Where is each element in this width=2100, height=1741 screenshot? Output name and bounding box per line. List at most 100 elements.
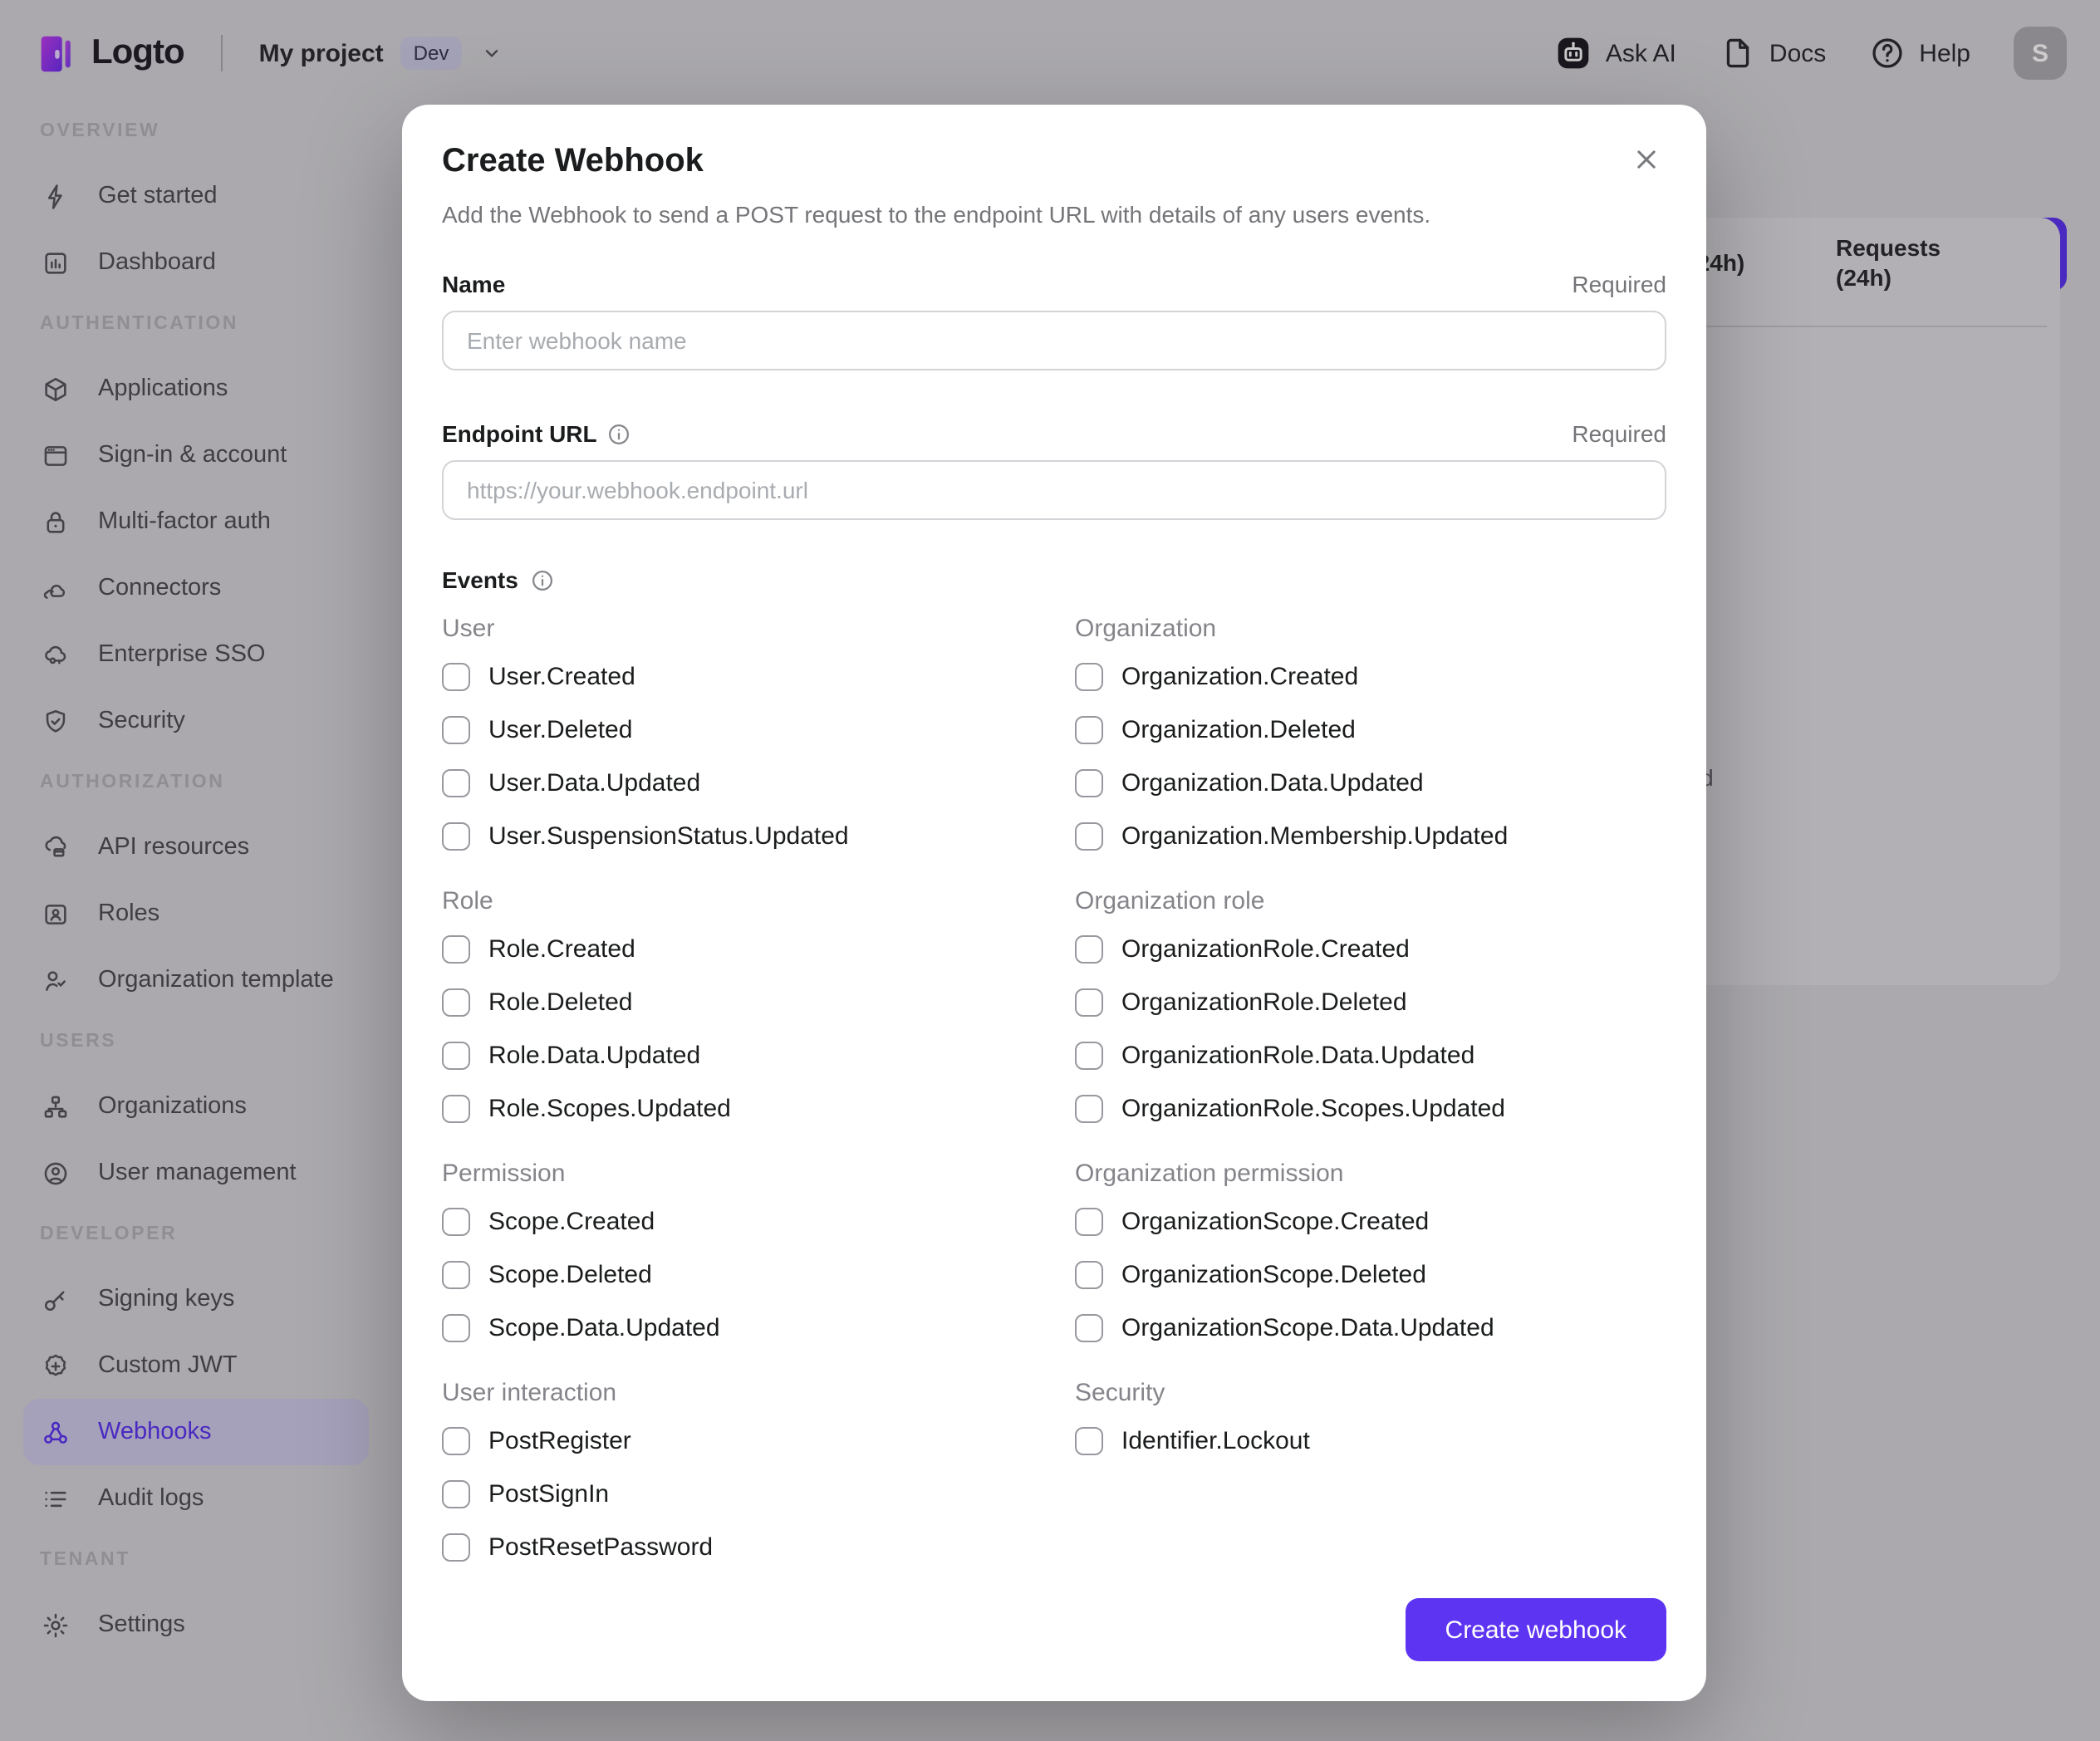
checkbox-organizationrole-created[interactable] [1075, 934, 1103, 963]
checkbox-organizationscope-created[interactable] [1075, 1207, 1103, 1235]
checkbox-scope-created[interactable] [442, 1207, 470, 1235]
event-group-header: Security [1075, 1379, 1165, 1407]
modal-title: Create Webhook [442, 143, 704, 179]
checkbox-role-deleted[interactable] [442, 988, 470, 1016]
checkbox-role-data-updated[interactable] [442, 1041, 470, 1069]
checkbox-organizationrole-data-updated[interactable] [1075, 1041, 1103, 1069]
modal-header: Create Webhook [442, 138, 1666, 184]
checkbox-identifier-lockout[interactable] [1075, 1426, 1103, 1454]
events-label: Events [442, 566, 518, 593]
info-icon[interactable] [607, 421, 632, 446]
webhook-name-input[interactable] [442, 311, 1666, 370]
event-checkbox-row-organization-data-updated: Organization.Data.Updated [1075, 756, 1666, 809]
event-checkbox-label: Identifier.Lockout [1121, 1426, 1310, 1454]
checkbox-role-scopes-updated[interactable] [442, 1094, 470, 1122]
checkbox-user-suspensionstatus-updated[interactable] [442, 821, 470, 850]
event-checkbox-row-postregister: PostRegister [442, 1414, 1053, 1467]
info-icon[interactable] [530, 567, 555, 592]
create-webhook-submit-button[interactable]: Create webhook [1405, 1598, 1666, 1661]
event-checkbox-row-organizationrole-created: OrganizationRole.Created [1075, 922, 1666, 975]
event-checkbox-row-user-deleted: User.Deleted [442, 703, 1053, 756]
event-checkbox-label: OrganizationRole.Deleted [1121, 988, 1407, 1016]
event-checkbox-label: User.Created [488, 662, 635, 690]
event-checkbox-row-postresetpassword: PostResetPassword [442, 1520, 1053, 1573]
event-group-user: User User.Created User.Deleted User.Data.Up… [442, 613, 1053, 862]
event-checkbox-row-organizationscope-deleted: OrganizationScope.Deleted [1075, 1248, 1666, 1301]
name-field-row: Name Required [442, 267, 1666, 301]
events-column-2: Organization Organization.Created Organiza… [1075, 613, 1666, 1596]
event-checkbox-row-identifier-lockout: Identifier.Lockout [1075, 1414, 1666, 1467]
event-checkbox-row-organizationscope-created: OrganizationScope.Created [1075, 1194, 1666, 1248]
checkbox-organization-deleted[interactable] [1075, 715, 1103, 743]
event-checkbox-label: OrganizationRole.Created [1121, 934, 1410, 963]
event-checkbox-label: PostSignIn [488, 1479, 610, 1508]
event-checkbox-row-organization-membership-updated: Organization.Membership.Updated [1075, 809, 1666, 862]
checkbox-role-created[interactable] [442, 934, 470, 963]
event-checkbox-label: Role.Deleted [488, 988, 633, 1016]
event-checkbox-label: Role.Created [488, 934, 635, 963]
name-required-label: Required [1572, 271, 1666, 297]
event-group-header: Role [442, 887, 493, 915]
event-checkbox-row-role-data-updated: Role.Data.Updated [442, 1028, 1053, 1081]
event-checkbox-row-organizationrole-scopes-updated: OrganizationRole.Scopes.Updated [1075, 1081, 1666, 1135]
event-group-organization: Organization Organization.Created Organiza… [1075, 613, 1666, 862]
event-group-header: Permission [442, 1160, 566, 1188]
event-group-header: Organization permission [1075, 1160, 1344, 1188]
event-checkbox-row-user-suspensionstatus-updated: User.SuspensionStatus.Updated [442, 809, 1053, 862]
modal-description: Add the Webhook to send a POST request t… [442, 201, 1431, 228]
event-checkbox-label: OrganizationScope.Data.Updated [1121, 1313, 1494, 1341]
checkbox-postsignin[interactable] [442, 1479, 470, 1508]
event-checkbox-row-role-created: Role.Created [442, 922, 1053, 975]
url-required-label: Required [1572, 420, 1666, 447]
name-field-label: Name [442, 271, 506, 297]
event-checkbox-label: Organization.Data.Updated [1121, 768, 1424, 797]
event-checkbox-row-postsignin: PostSignIn [442, 1467, 1053, 1520]
checkbox-user-deleted[interactable] [442, 715, 470, 743]
event-group-organization-role: Organization role OrganizationRole.Create… [1075, 885, 1666, 1135]
checkbox-user-data-updated[interactable] [442, 768, 470, 797]
checkbox-organizationrole-deleted[interactable] [1075, 988, 1103, 1016]
event-checkbox-row-role-scopes-updated: Role.Scopes.Updated [442, 1081, 1053, 1135]
event-group-header: User [442, 615, 495, 643]
checkbox-organization-data-updated[interactable] [1075, 768, 1103, 797]
checkbox-postresetpassword[interactable] [442, 1533, 470, 1561]
checkbox-scope-data-updated[interactable] [442, 1313, 470, 1341]
event-group-role: Role Role.Created Role.Deleted Role.Data.Up… [442, 885, 1053, 1135]
event-checkbox-label: Organization.Created [1121, 662, 1359, 690]
checkbox-organizationrole-scopes-updated[interactable] [1075, 1094, 1103, 1122]
logto-console: Logto My project Dev Ask AI Docs Help S OV… [0, 0, 2100, 1741]
event-checkbox-row-organizationrole-data-updated: OrganizationRole.Data.Updated [1075, 1028, 1666, 1081]
checkbox-postregister[interactable] [442, 1426, 470, 1454]
event-checkbox-label: Scope.Data.Updated [488, 1313, 720, 1341]
event-checkbox-label: Role.Scopes.Updated [488, 1094, 731, 1122]
event-checkbox-label: Scope.Created [488, 1207, 655, 1235]
event-checkbox-label: OrganizationRole.Data.Updated [1121, 1041, 1475, 1069]
event-checkbox-row-organizationscope-data-updated: OrganizationScope.Data.Updated [1075, 1301, 1666, 1354]
event-checkbox-label: Scope.Deleted [488, 1260, 652, 1288]
event-group-organization-permission: Organization permission OrganizationScope… [1075, 1158, 1666, 1354]
event-checkbox-label: Organization.Deleted [1121, 715, 1356, 743]
event-checkbox-label: User.Deleted [488, 715, 633, 743]
create-webhook-modal: Create Webhook Add the Webhook to send a… [402, 105, 1706, 1701]
event-checkbox-row-user-data-updated: User.Data.Updated [442, 756, 1053, 809]
event-checkbox-label: Organization.Membership.Updated [1121, 821, 1509, 850]
events-section-row: Events [442, 563, 1666, 596]
endpoint-url-input[interactable] [442, 460, 1666, 520]
event-checkbox-row-scope-created: Scope.Created [442, 1194, 1053, 1248]
close-icon[interactable] [1630, 143, 1663, 176]
checkbox-organization-membership-updated[interactable] [1075, 821, 1103, 850]
event-group-header: Organization role [1075, 887, 1265, 915]
event-checkbox-label: PostResetPassword [488, 1533, 714, 1561]
events-column-1: User User.Created User.Deleted User.Data.Up… [442, 613, 1053, 1596]
checkbox-user-created[interactable] [442, 662, 470, 690]
event-checkbox-label: User.Data.Updated [488, 768, 701, 797]
url-field-row: Endpoint URL Required [442, 417, 1666, 450]
event-checkbox-label: OrganizationScope.Deleted [1121, 1260, 1426, 1288]
checkbox-organizationscope-data-updated[interactable] [1075, 1313, 1103, 1341]
checkbox-organizationscope-deleted[interactable] [1075, 1260, 1103, 1288]
event-group-user-interaction: User interaction PostRegister PostSignIn Po… [442, 1377, 1053, 1573]
event-checkbox-label: Role.Data.Updated [488, 1041, 701, 1069]
checkbox-scope-deleted[interactable] [442, 1260, 470, 1288]
checkbox-organization-created[interactable] [1075, 662, 1103, 690]
event-checkbox-row-scope-data-updated: Scope.Data.Updated [442, 1301, 1053, 1354]
